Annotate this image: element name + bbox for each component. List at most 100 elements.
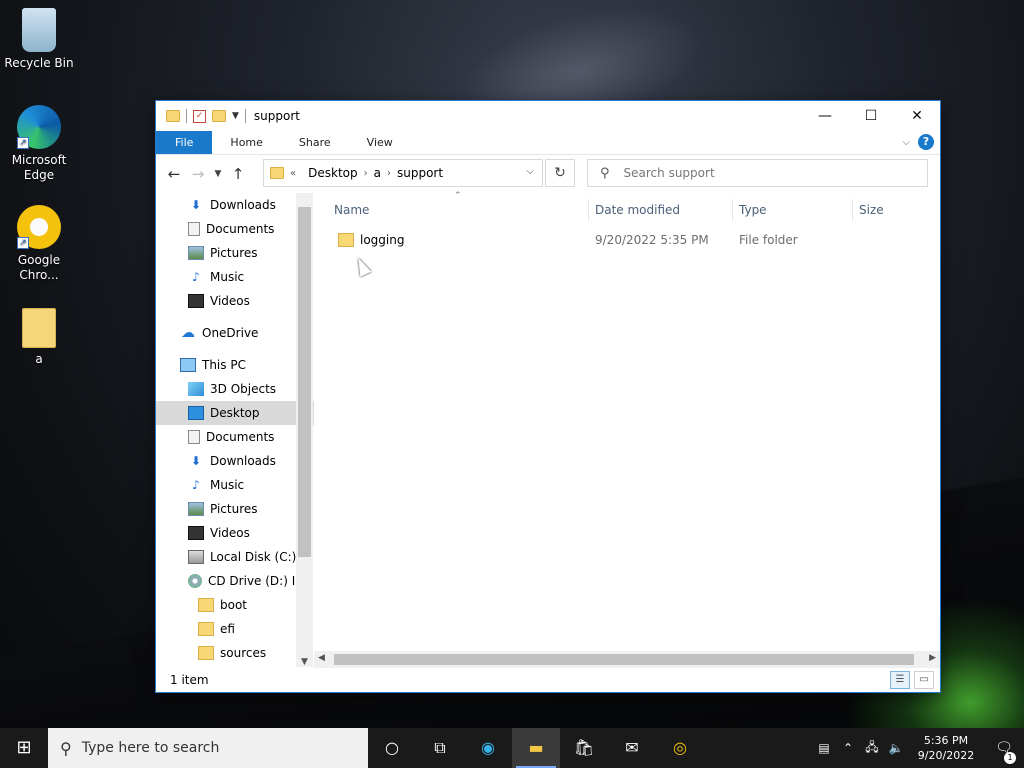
breadcrumb-chevron-icon[interactable]: ›: [364, 168, 368, 179]
cortana-button[interactable]: ○: [368, 728, 416, 768]
minimize-button[interactable]: —: [802, 101, 848, 131]
folder-icon: [270, 167, 284, 179]
pictures-icon: [188, 502, 204, 516]
sidebar-item-videos[interactable]: Videos: [156, 521, 314, 545]
back-button[interactable]: ←: [162, 165, 186, 183]
sidebar-item-pictures[interactable]: Pictures: [156, 497, 314, 521]
window-title: support: [253, 109, 300, 123]
folder-icon: [198, 598, 214, 612]
breadcrumb-support[interactable]: support: [397, 166, 443, 180]
sidebar-item-label: OneDrive: [202, 326, 259, 340]
sidebar-item-pictures[interactable]: Pictures 📌: [156, 241, 314, 265]
file-explorer-taskbar-button[interactable]: ▬: [512, 728, 560, 768]
edge-taskbar-button[interactable]: ◉: [464, 728, 512, 768]
customize-toolbar-chevron-icon[interactable]: ▼: [232, 111, 239, 121]
sidebar-item-documents[interactable]: Documents: [156, 425, 314, 449]
sidebar-item-music[interactable]: ♪ Music: [156, 473, 314, 497]
help-icon[interactable]: ?: [918, 134, 934, 150]
close-button[interactable]: ✕: [894, 101, 940, 131]
scroll-down-arrow-icon[interactable]: ▼: [296, 657, 313, 667]
folder-icon: [198, 622, 214, 636]
expand-ribbon-chevron-icon[interactable]: ⌵: [902, 137, 910, 148]
sidebar-item-local-disk[interactable]: Local Disk (C:): [156, 545, 314, 569]
title-bar[interactable]: ✓ ▼ support — ☐ ✕: [156, 101, 940, 131]
file-row[interactable]: logging 9/20/2022 5:35 PM File folder: [334, 229, 934, 251]
recycle-bin-icon: [22, 8, 56, 52]
sidebar-item-desktop[interactable]: Desktop: [156, 401, 314, 425]
search-input[interactable]: ⚲ Search support: [587, 159, 928, 187]
sidebar-item-label: Downloads: [210, 198, 276, 212]
chrome-taskbar-button[interactable]: ◎: [656, 728, 704, 768]
sidebar-item-label: Documents: [206, 222, 275, 236]
column-header-name[interactable]: Name: [334, 199, 584, 221]
mail-taskbar-button[interactable]: ✉: [608, 728, 656, 768]
address-bar[interactable]: « Desktop › a › support ⌵: [263, 159, 543, 187]
maximize-button[interactable]: ☐: [848, 101, 894, 131]
desktop-icon-chrome[interactable]: ↗ Google Chro...: [1, 205, 77, 283]
address-history-chevron-icon[interactable]: ⌵: [526, 166, 534, 177]
details-view-button[interactable]: ☰: [890, 671, 910, 689]
refresh-button[interactable]: ↻: [545, 159, 575, 187]
column-header-size[interactable]: Size: [852, 199, 930, 221]
notifications-button[interactable]: 🗨 1: [984, 740, 1024, 764]
new-folder-icon[interactable]: [212, 110, 226, 122]
sidebar-item-cd-drive[interactable]: CD Drive (D:) IR5: [156, 569, 314, 593]
desktop-icon-label: a: [35, 352, 43, 366]
sidebar-item-onedrive[interactable]: ☁ OneDrive: [156, 321, 314, 345]
desktop-icon-edge[interactable]: ↗ Microsoft Edge: [1, 105, 77, 183]
column-header-type[interactable]: Type: [732, 199, 850, 221]
sidebar-item-documents[interactable]: Documents 📌: [156, 217, 314, 241]
sidebar-item-downloads[interactable]: ⬇ Downloads 📌: [156, 193, 314, 217]
tab-share[interactable]: Share: [281, 131, 349, 154]
sidebar-scrollbar[interactable]: ▼: [296, 193, 313, 667]
sidebar-item-videos[interactable]: Videos: [156, 289, 314, 313]
volume-muted-icon[interactable]: 🔈: [884, 741, 908, 755]
computer-icon: [180, 358, 196, 372]
news-icon[interactable]: ▤: [812, 741, 836, 755]
properties-icon[interactable]: ✓: [193, 109, 206, 123]
sidebar-item-label: 3D Objects: [210, 382, 277, 396]
sidebar-item-downloads[interactable]: ⬇ Downloads: [156, 449, 314, 473]
sidebar-item-boot[interactable]: boot: [156, 593, 314, 617]
sidebar-item-this-pc[interactable]: This PC: [156, 353, 314, 377]
show-hidden-icons-chevron-icon[interactable]: ⌃: [836, 741, 860, 755]
scrollbar-thumb[interactable]: [334, 654, 914, 665]
sidebar-item-sources[interactable]: sources: [156, 641, 314, 665]
sidebar-item-label: Videos: [210, 526, 250, 540]
tab-file[interactable]: File: [156, 131, 213, 154]
up-button[interactable]: ↑: [226, 165, 250, 183]
breadcrumb-a[interactable]: a: [374, 166, 381, 180]
start-button[interactable]: ⊞: [0, 728, 48, 768]
large-icons-view-button[interactable]: ▭: [914, 671, 934, 689]
sidebar-item-efi[interactable]: efi: [156, 617, 314, 641]
breadcrumb-desktop[interactable]: Desktop: [308, 166, 358, 180]
clock-time: 5:36 PM: [923, 734, 969, 747]
scroll-right-arrow-icon[interactable]: ▶: [929, 653, 936, 663]
store-taskbar-button[interactable]: 🛍: [560, 728, 608, 768]
scrollbar-thumb[interactable]: [298, 207, 311, 557]
search-icon: ⚲: [60, 738, 72, 758]
documents-icon: [188, 430, 200, 444]
folder-icon: [198, 646, 214, 660]
horizontal-scrollbar[interactable]: ◀ ▶: [314, 651, 940, 668]
scroll-left-arrow-icon[interactable]: ◀: [318, 653, 325, 663]
clock[interactable]: 5:36 PM 9/20/2022: [908, 733, 984, 763]
system-tray: ▤ ⌃ 🖧 🔈 5:36 PM 9/20/2022 🗨 1: [812, 728, 1024, 768]
tab-view[interactable]: View: [349, 131, 411, 154]
desktop-icon-recycle-bin[interactable]: Recycle Bin: [1, 8, 77, 71]
task-view-button[interactable]: ⧉: [416, 728, 464, 768]
tab-home[interactable]: Home: [212, 131, 280, 154]
sidebar-item-3d-objects[interactable]: 3D Objects: [156, 377, 314, 401]
taskbar-search-input[interactable]: ⚲ Type here to search: [48, 728, 368, 768]
pictures-icon: [188, 246, 204, 260]
recent-locations-chevron-icon[interactable]: ▼: [210, 169, 226, 179]
breadcrumb-overflow[interactable]: «: [290, 168, 296, 179]
sidebar-item-label: This PC: [202, 358, 246, 372]
network-icon[interactable]: 🖧: [860, 738, 884, 759]
forward-button[interactable]: →: [186, 165, 210, 183]
column-header-date-modified[interactable]: Date modified: [588, 199, 732, 221]
sidebar-item-music[interactable]: ♪ Music: [156, 265, 314, 289]
desktop-icon-folder-a[interactable]: a: [1, 308, 77, 367]
breadcrumb-chevron-icon[interactable]: ›: [387, 168, 391, 179]
videos-icon: [188, 526, 204, 540]
